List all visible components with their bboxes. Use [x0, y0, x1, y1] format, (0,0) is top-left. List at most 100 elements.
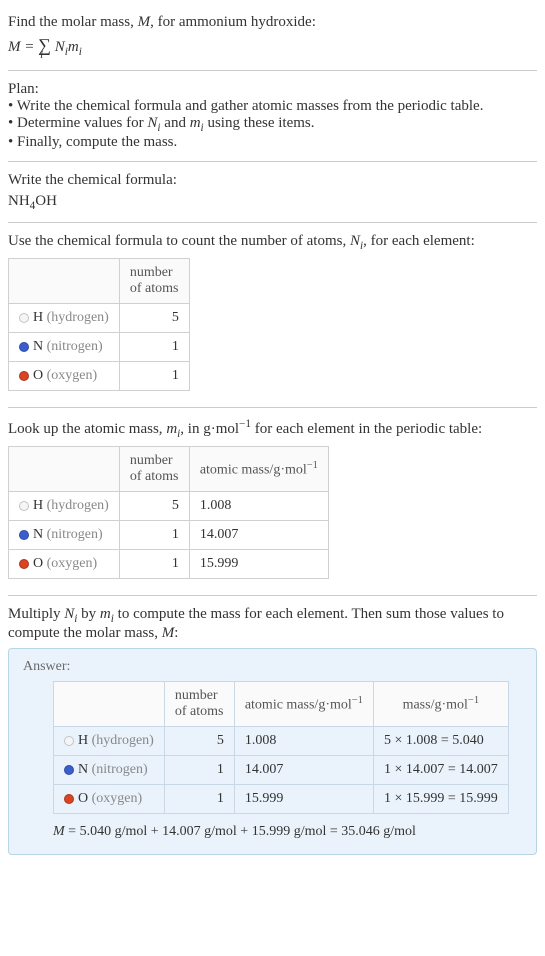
- element-name: (nitrogen): [92, 762, 148, 777]
- plan-b2-m: m: [190, 115, 201, 131]
- lookup-heading-c: for each element in the periodic table:: [251, 421, 482, 437]
- mass-value: 1.008: [189, 492, 328, 521]
- intro-text-suffix: , for ammonium hydroxide:: [150, 14, 316, 30]
- calc-value: 1 × 14.007 = 14.007: [373, 756, 508, 785]
- answer-label: Answer:: [23, 659, 522, 675]
- final-result: M = 5.040 g/mol + 14.007 g/mol + 15.999 …: [53, 824, 522, 840]
- element-name: (nitrogen): [47, 527, 103, 542]
- intro-section: Find the molar mass, M, for ammonium hyd…: [8, 8, 537, 66]
- atoms-header: number of atoms: [119, 259, 189, 304]
- atoms-value: 1: [164, 785, 234, 814]
- calc-value: 1 × 15.999 = 15.999: [373, 785, 508, 814]
- plan-b2-n: N: [147, 115, 157, 131]
- lookup-heading-a: Look up the atomic mass,: [8, 421, 166, 437]
- atoms-value: 5: [164, 727, 234, 756]
- divider: [8, 595, 537, 596]
- plan-bullet-3: • Finally, compute the mass.: [8, 134, 537, 151]
- table-header-row: number of atoms atomic mass/g·mol−1 mass…: [54, 682, 509, 727]
- plan-b2-a: • Determine values for: [8, 115, 147, 131]
- count-heading-n: N: [350, 233, 360, 249]
- element-cell: O (oxygen): [54, 785, 165, 814]
- element-dot-icon: [19, 530, 29, 540]
- count-table: number of atoms H (hydrogen) 5 N (nitrog…: [8, 258, 190, 391]
- element-name: (nitrogen): [47, 339, 103, 354]
- count-section: Use the chemical formula to count the nu…: [8, 227, 537, 403]
- table-row: O (oxygen) 1 15.999 1 × 15.999 = 15.999: [54, 785, 509, 814]
- formula-eq: =: [21, 39, 39, 55]
- mul-b: by: [77, 606, 100, 622]
- calc-value: 5 × 1.008 = 5.040: [373, 727, 508, 756]
- element-symbol: O: [33, 556, 43, 571]
- element-name: (hydrogen): [47, 310, 109, 325]
- element-cell: N (nitrogen): [9, 521, 120, 550]
- multiply-section: Multiply Ni by mi to compute the mass fo…: [8, 600, 537, 861]
- intro-var-m: M: [138, 14, 151, 30]
- empty-header: [9, 259, 120, 304]
- mass-value: 14.007: [234, 756, 373, 785]
- element-dot-icon: [19, 342, 29, 352]
- atoms-header: number of atoms: [119, 447, 189, 492]
- mul-a: Multiply: [8, 606, 64, 622]
- lookup-heading-exp: −1: [239, 418, 251, 430]
- element-symbol: H: [33, 498, 43, 513]
- formula-sum-sub: i: [40, 49, 43, 61]
- atoms-value: 1: [119, 521, 189, 550]
- mul-n: N: [64, 606, 74, 622]
- element-cell: H (hydrogen): [9, 492, 120, 521]
- table-row: N (nitrogen) 1: [9, 333, 190, 362]
- element-symbol: N: [33, 527, 43, 542]
- mass-header: atomic mass/g·mol−1: [234, 682, 373, 727]
- divider: [8, 222, 537, 223]
- atoms-value: 5: [119, 304, 189, 333]
- plan-bullet-1: • Write the chemical formula and gather …: [8, 98, 537, 115]
- chem-heading: Write the chemical formula:: [8, 172, 537, 189]
- table-row: H (hydrogen) 5 1.008: [9, 492, 329, 521]
- table-row: O (oxygen) 1 15.999: [9, 550, 329, 579]
- empty-header: [54, 682, 165, 727]
- answer-table: number of atoms atomic mass/g·mol−1 mass…: [53, 681, 509, 814]
- mass-value: 1.008: [234, 727, 373, 756]
- element-name: (hydrogen): [47, 498, 109, 513]
- calc-header: mass/g·mol−1: [373, 682, 508, 727]
- element-symbol: H: [33, 310, 43, 325]
- atoms-value: 1: [119, 550, 189, 579]
- atoms-value: 1: [119, 362, 189, 391]
- table-row: O (oxygen) 1: [9, 362, 190, 391]
- lookup-heading: Look up the atomic mass, mi, in g·mol−1 …: [8, 418, 537, 440]
- chemical-formula-section: Write the chemical formula: NH4OH: [8, 166, 537, 218]
- element-name: (oxygen): [47, 556, 98, 571]
- plan-b2-c: using these items.: [204, 115, 315, 131]
- final-m: M: [53, 824, 65, 839]
- element-symbol: N: [78, 762, 88, 777]
- element-dot-icon: [19, 313, 29, 323]
- element-symbol: O: [33, 368, 43, 383]
- atoms-value: 1: [164, 756, 234, 785]
- chem-nh: NH: [8, 193, 30, 209]
- final-text: = 5.040 g/mol + 14.007 g/mol + 15.999 g/…: [65, 824, 416, 839]
- mass-header: atomic mass/g·mol−1: [189, 447, 328, 492]
- element-dot-icon: [19, 559, 29, 569]
- element-cell: O (oxygen): [9, 550, 120, 579]
- element-cell: N (nitrogen): [9, 333, 120, 362]
- element-dot-icon: [64, 794, 74, 804]
- mass-value: 15.999: [189, 550, 328, 579]
- count-heading-b: , for each element:: [363, 233, 475, 249]
- mass-value: 14.007: [189, 521, 328, 550]
- empty-header: [9, 447, 120, 492]
- multiply-heading: Multiply Ni by mi to compute the mass fo…: [8, 606, 537, 642]
- formula-rhs2-sub: i: [79, 46, 82, 58]
- chem-formula: NH4OH: [8, 189, 537, 212]
- answer-box: Answer: number of atoms atomic mass/g·mo…: [8, 648, 537, 855]
- lookup-section: Look up the atomic mass, mi, in g·mol−1 …: [8, 412, 537, 591]
- table-row: N (nitrogen) 1 14.007: [9, 521, 329, 550]
- table-header-row: number of atoms: [9, 259, 190, 304]
- formula-lhs: M: [8, 39, 21, 55]
- mul-mm: M: [162, 625, 175, 641]
- divider: [8, 161, 537, 162]
- element-name: (oxygen): [92, 791, 143, 806]
- lookup-heading-b: , in g·mol: [180, 421, 239, 437]
- element-dot-icon: [19, 501, 29, 511]
- plan-b2-b: and: [161, 115, 190, 131]
- element-symbol: N: [33, 339, 43, 354]
- formula-rhs1: N: [51, 39, 65, 55]
